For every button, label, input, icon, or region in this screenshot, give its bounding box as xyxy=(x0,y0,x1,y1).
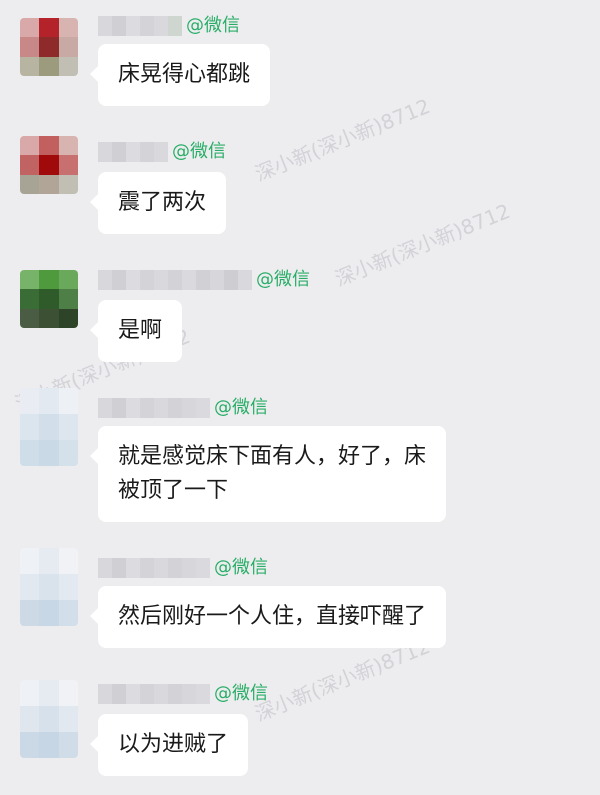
sender-name: @微信 xyxy=(98,268,310,292)
message-bubble[interactable]: 震了两次 xyxy=(89,172,227,234)
sender-name: @微信 xyxy=(98,140,226,164)
message-bubble[interactable]: 床晃得心都跳 xyxy=(89,44,271,106)
watermark: 深小新(深小新)8712 xyxy=(251,93,434,186)
message-bubble[interactable]: 然后刚好一个人住，直接吓醒了 xyxy=(89,586,447,648)
blurred-name xyxy=(98,398,210,418)
watermark: 深小新(深小新)8712 xyxy=(331,198,514,291)
blurred-name xyxy=(98,270,252,290)
message-text: 被顶了一下 xyxy=(118,478,229,503)
sender-name: @微信 xyxy=(98,396,268,420)
sender-name: @微信 xyxy=(98,556,268,580)
avatar[interactable] xyxy=(20,136,78,194)
sender-suffix: @微信 xyxy=(256,269,310,290)
blurred-name xyxy=(98,142,168,162)
avatar[interactable] xyxy=(20,270,78,328)
avatar[interactable] xyxy=(20,680,78,758)
sender-suffix: @微信 xyxy=(186,15,240,36)
message-bubble[interactable]: 就是感觉床下面有人，好了，床 被顶了一下 xyxy=(89,426,447,522)
blurred-name xyxy=(98,684,210,704)
message-text: 就是感觉床下面有人，好了，床 xyxy=(118,444,427,469)
blurred-name xyxy=(98,558,210,578)
sender-suffix: @微信 xyxy=(214,397,268,418)
avatar[interactable] xyxy=(20,18,78,76)
message-text: 是啊 xyxy=(118,318,163,343)
message-text: 以为进贼了 xyxy=(118,732,229,757)
message-bubble[interactable]: 以为进贼了 xyxy=(89,714,249,776)
message-text: 床晃得心都跳 xyxy=(118,62,251,87)
message-bubble[interactable]: 是啊 xyxy=(89,300,183,362)
sender-name: @微信 xyxy=(98,14,240,38)
blurred-name xyxy=(98,16,182,36)
sender-suffix: @微信 xyxy=(214,683,268,704)
message-text: 然后刚好一个人住，直接吓醒了 xyxy=(118,604,427,629)
avatar[interactable] xyxy=(20,548,78,626)
sender-suffix: @微信 xyxy=(172,141,226,162)
sender-suffix: @微信 xyxy=(214,557,268,578)
avatar[interactable] xyxy=(20,388,78,466)
sender-name: @微信 xyxy=(98,682,268,706)
message-text: 震了两次 xyxy=(118,190,207,215)
